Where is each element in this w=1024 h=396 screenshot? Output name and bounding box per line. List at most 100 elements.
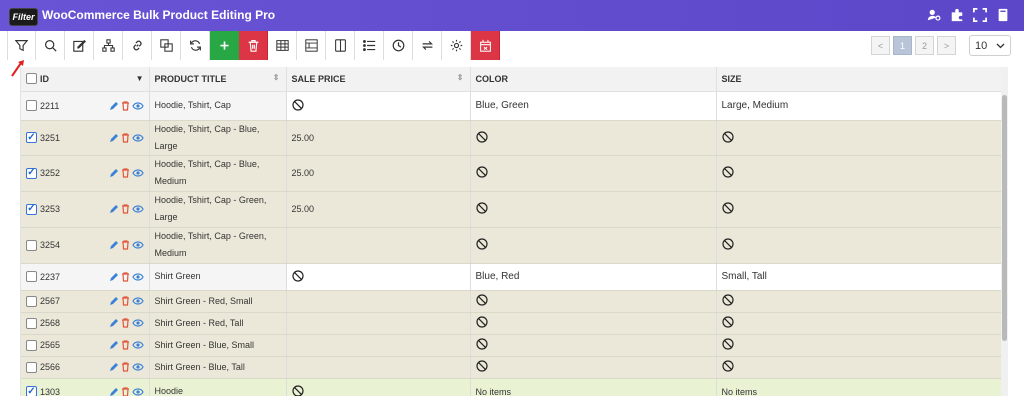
table-row[interactable]: 3253 Hoodie, Tshirt, Cap - Green, Large25… bbox=[21, 191, 1004, 228]
edit-pencil-icon[interactable] bbox=[109, 340, 119, 350]
view-eye-icon[interactable] bbox=[131, 362, 144, 372]
size-cell[interactable] bbox=[716, 120, 1004, 156]
columns-button[interactable] bbox=[297, 31, 326, 60]
size-cell[interactable]: Large, Medium bbox=[716, 91, 1004, 121]
sale-price-cell[interactable]: 25.00 bbox=[286, 191, 471, 228]
color-cell[interactable] bbox=[470, 312, 717, 335]
list-button[interactable] bbox=[355, 31, 384, 60]
color-cell[interactable]: Blue, Green bbox=[470, 91, 717, 121]
column-header-size[interactable]: SIZE bbox=[716, 67, 1004, 92]
sale-price-cell[interactable]: 25.00 bbox=[286, 120, 471, 156]
color-cell[interactable] bbox=[470, 191, 717, 228]
size-cell[interactable]: Small, Tall bbox=[716, 263, 1004, 291]
edit-pencil-icon[interactable] bbox=[109, 296, 119, 306]
view-eye-icon[interactable] bbox=[131, 340, 144, 350]
view-eye-icon[interactable] bbox=[131, 168, 144, 178]
color-cell[interactable] bbox=[470, 227, 717, 264]
column-header-price[interactable]: SALE PRICE ⇕ bbox=[286, 67, 471, 92]
table-scrollbar[interactable] bbox=[1001, 67, 1008, 396]
sale-price-cell[interactable]: 25.00 bbox=[286, 155, 471, 192]
edit-pencil-icon[interactable] bbox=[109, 133, 119, 143]
product-title-cell[interactable]: Hoodie, Tshirt, Cap - Blue, Large bbox=[149, 120, 287, 156]
prev-page-button[interactable]: < bbox=[871, 36, 890, 55]
sale-price-cell[interactable] bbox=[286, 378, 471, 396]
row-checkbox[interactable] bbox=[26, 167, 37, 179]
product-title-cell[interactable]: Hoodie, Tshirt, Cap bbox=[149, 91, 287, 121]
edit-pencil-icon[interactable] bbox=[109, 204, 119, 214]
scrollbar-thumb[interactable] bbox=[1002, 95, 1007, 341]
view-eye-icon[interactable] bbox=[131, 318, 144, 328]
table-row[interactable]: 2211 Hoodie, Tshirt, Cap Blue, Green Large,… bbox=[21, 91, 1004, 121]
edit-pencil-icon[interactable] bbox=[109, 362, 119, 372]
select-all-checkbox[interactable] bbox=[26, 73, 37, 85]
view-eye-icon[interactable] bbox=[131, 101, 144, 111]
hierarchy-button[interactable] bbox=[94, 31, 123, 60]
product-title-cell[interactable]: Shirt Green - Blue, Small bbox=[149, 334, 287, 357]
color-cell[interactable] bbox=[470, 290, 717, 313]
trash-icon[interactable] bbox=[121, 318, 130, 328]
trash-icon[interactable] bbox=[121, 362, 130, 372]
row-checkbox[interactable] bbox=[26, 386, 37, 396]
trash-icon[interactable] bbox=[121, 240, 130, 250]
product-title-cell[interactable]: Hoodie bbox=[149, 378, 287, 396]
view-eye-icon[interactable] bbox=[131, 272, 144, 282]
view-eye-icon[interactable] bbox=[131, 133, 144, 143]
next-page-button[interactable]: > bbox=[937, 36, 956, 55]
trash-icon[interactable] bbox=[121, 340, 130, 350]
trash-icon[interactable] bbox=[121, 296, 130, 306]
size-cell[interactable] bbox=[716, 312, 1004, 335]
view-eye-icon[interactable] bbox=[131, 240, 144, 250]
product-title-cell[interactable]: Hoodie, Tshirt, Cap - Blue, Medium bbox=[149, 155, 287, 192]
sale-price-cell[interactable] bbox=[286, 290, 471, 313]
sort-icon[interactable]: ⇕ bbox=[273, 73, 280, 82]
product-title-cell[interactable]: Hoodie, Tshirt, Cap - Green, Large bbox=[149, 191, 287, 228]
link-button[interactable] bbox=[123, 31, 152, 60]
table-row[interactable]: 2565 Shirt Green - Blue, Small bbox=[21, 334, 1004, 357]
trash-icon[interactable] bbox=[121, 168, 130, 178]
row-checkbox[interactable] bbox=[26, 239, 37, 251]
table-row[interactable]: 3251 Hoodie, Tshirt, Cap - Blue, Large25.… bbox=[21, 120, 1004, 156]
user-settings-icon[interactable] bbox=[927, 8, 941, 22]
column-header-color[interactable]: COLOR bbox=[470, 67, 717, 92]
table-row[interactable]: 2568 Shirt Green - Red, Tall bbox=[21, 312, 1004, 335]
edit-pencil-icon[interactable] bbox=[109, 168, 119, 178]
color-cell[interactable]: Blue, Red bbox=[470, 263, 717, 291]
fullscreen-icon[interactable] bbox=[973, 8, 987, 22]
color-cell[interactable]: No items bbox=[470, 378, 717, 396]
trash-icon[interactable] bbox=[121, 100, 130, 111]
view-eye-icon[interactable] bbox=[131, 296, 144, 306]
table-row[interactable]: 2237 Shirt Green Blue, Red Small, Tall bbox=[21, 263, 1004, 291]
dropdown-icon[interactable]: ▼ bbox=[136, 74, 144, 83]
swap-button[interactable] bbox=[413, 31, 442, 60]
sale-price-cell[interactable] bbox=[286, 312, 471, 335]
table-row[interactable]: 3254 Hoodie, Tshirt, Cap - Green, Medium bbox=[21, 227, 1004, 264]
trash-icon[interactable] bbox=[121, 132, 130, 143]
edit-pencil-icon[interactable] bbox=[109, 318, 119, 328]
history-button[interactable] bbox=[384, 31, 413, 60]
puzzle-icon[interactable] bbox=[950, 8, 964, 22]
size-cell[interactable] bbox=[716, 290, 1004, 313]
row-checkbox[interactable] bbox=[26, 132, 37, 143]
row-checkbox[interactable] bbox=[26, 100, 37, 111]
filter-button[interactable] bbox=[7, 31, 36, 60]
edit-pencil-icon[interactable] bbox=[109, 240, 119, 250]
duplicate-button[interactable] bbox=[152, 31, 181, 60]
table-row[interactable]: 2567 Shirt Green - Red, Small bbox=[21, 290, 1004, 313]
book-icon[interactable] bbox=[996, 8, 1010, 22]
table-button[interactable] bbox=[268, 31, 297, 60]
color-cell[interactable] bbox=[470, 120, 717, 156]
settings-button[interactable] bbox=[442, 31, 471, 60]
delete-button[interactable] bbox=[239, 31, 268, 60]
edit-pencil-icon[interactable] bbox=[109, 272, 119, 282]
column-button[interactable] bbox=[326, 31, 355, 60]
sale-price-cell[interactable] bbox=[286, 356, 471, 379]
product-title-cell[interactable]: Hoodie, Tshirt, Cap - Green, Medium bbox=[149, 227, 287, 264]
product-title-cell[interactable]: Shirt Green - Red, Small bbox=[149, 290, 287, 313]
size-cell[interactable] bbox=[716, 191, 1004, 228]
table-row[interactable]: 1303 Hoodie No itemsNo items bbox=[21, 378, 1004, 396]
sort-icon[interactable]: ⇕ bbox=[457, 73, 464, 82]
row-checkbox[interactable] bbox=[26, 317, 37, 329]
size-cell[interactable] bbox=[716, 155, 1004, 192]
size-cell[interactable] bbox=[716, 334, 1004, 357]
add-button[interactable] bbox=[210, 31, 239, 60]
